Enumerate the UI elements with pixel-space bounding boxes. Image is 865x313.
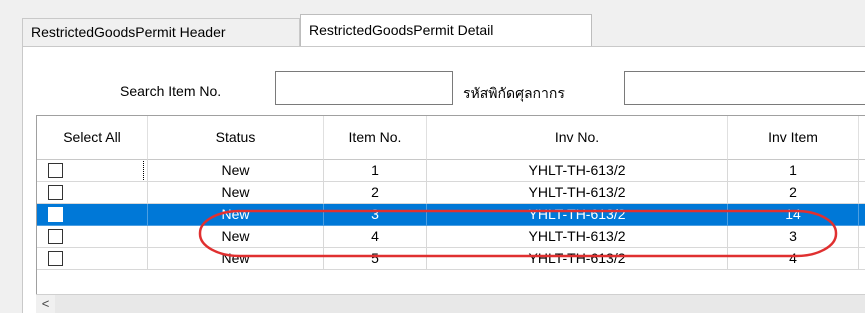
table-row[interactable]: New 1 YHLT-TH-613/2 1 bbox=[37, 160, 865, 182]
inv-no-cell: YHLT-TH-613/2 bbox=[427, 182, 728, 204]
status-cell: New bbox=[148, 226, 324, 248]
table-row[interactable]: New 2 YHLT-TH-613/2 2 bbox=[37, 182, 865, 204]
inv-item-cell: 1 bbox=[728, 160, 859, 182]
extra-cell bbox=[859, 160, 865, 182]
select-cell bbox=[37, 182, 148, 204]
select-cell bbox=[37, 226, 148, 248]
status-column-header[interactable]: Status bbox=[148, 116, 324, 160]
select-all-header[interactable]: Select All bbox=[37, 116, 148, 160]
row-checkbox[interactable] bbox=[48, 229, 63, 244]
inv-item-column-header[interactable]: Inv Item bbox=[728, 116, 859, 160]
inv-no-cell: YHLT-TH-613/2 bbox=[427, 160, 728, 182]
table-row[interactable]: New 5 YHLT-TH-613/2 4 bbox=[37, 248, 865, 270]
inv-no-column-header[interactable]: Inv No. bbox=[427, 116, 728, 160]
tariff-code-input[interactable] bbox=[624, 71, 865, 105]
scroll-left-button[interactable]: < bbox=[36, 295, 55, 313]
extra-cell bbox=[859, 182, 865, 204]
search-item-no-input[interactable] bbox=[275, 71, 453, 105]
table-row[interactable]: New 4 YHLT-TH-613/2 3 bbox=[37, 226, 865, 248]
item-no-cell: 1 bbox=[324, 160, 427, 182]
status-cell: New bbox=[148, 248, 324, 270]
select-cell bbox=[37, 248, 148, 270]
item-no-cell: 3 bbox=[324, 204, 427, 226]
status-cell: New bbox=[148, 160, 324, 182]
inv-item-cell: 14 bbox=[728, 204, 859, 226]
chevron-left-icon: < bbox=[41, 296, 50, 311]
horizontal-scrollbar[interactable]: < bbox=[36, 294, 865, 313]
tariff-code-label: รหัสพิกัดศุลกากร bbox=[463, 85, 565, 101]
inv-no-cell: YHLT-TH-613/2 bbox=[427, 204, 728, 226]
inv-no-cell: YHLT-TH-613/2 bbox=[427, 226, 728, 248]
row-checkbox[interactable] bbox=[48, 207, 63, 222]
status-cell: New bbox=[148, 204, 324, 226]
inv-item-cell: 2 bbox=[728, 182, 859, 204]
select-cell bbox=[37, 204, 148, 226]
extra-column-header bbox=[859, 116, 865, 160]
items-grid: Select All Status Item No. Inv No. Inv I… bbox=[36, 115, 865, 313]
extra-cell bbox=[859, 248, 865, 270]
item-no-cell: 2 bbox=[324, 182, 427, 204]
extra-cell bbox=[859, 204, 865, 226]
tab-header[interactable]: RestrictedGoodsPermit Header bbox=[22, 18, 300, 47]
inv-item-cell: 4 bbox=[728, 248, 859, 270]
inv-no-cell: YHLT-TH-613/2 bbox=[427, 248, 728, 270]
row-checkbox[interactable] bbox=[48, 251, 63, 266]
row-checkbox[interactable] bbox=[48, 185, 63, 200]
search-item-no-label: Search Item No. bbox=[120, 83, 222, 99]
tab-detail[interactable]: RestrictedGoodsPermit Detail bbox=[300, 14, 592, 47]
select-cell bbox=[37, 160, 148, 182]
table-row-selected[interactable]: New 3 YHLT-TH-613/2 14 bbox=[37, 204, 865, 226]
item-no-cell: 5 bbox=[324, 248, 427, 270]
focus-rectangle bbox=[37, 160, 146, 181]
grid-header-row: Select All Status Item No. Inv No. Inv I… bbox=[37, 116, 865, 160]
inv-item-cell: 3 bbox=[728, 226, 859, 248]
item-no-column-header[interactable]: Item No. bbox=[324, 116, 427, 160]
item-no-cell: 4 bbox=[324, 226, 427, 248]
extra-cell bbox=[859, 226, 865, 248]
status-cell: New bbox=[148, 182, 324, 204]
